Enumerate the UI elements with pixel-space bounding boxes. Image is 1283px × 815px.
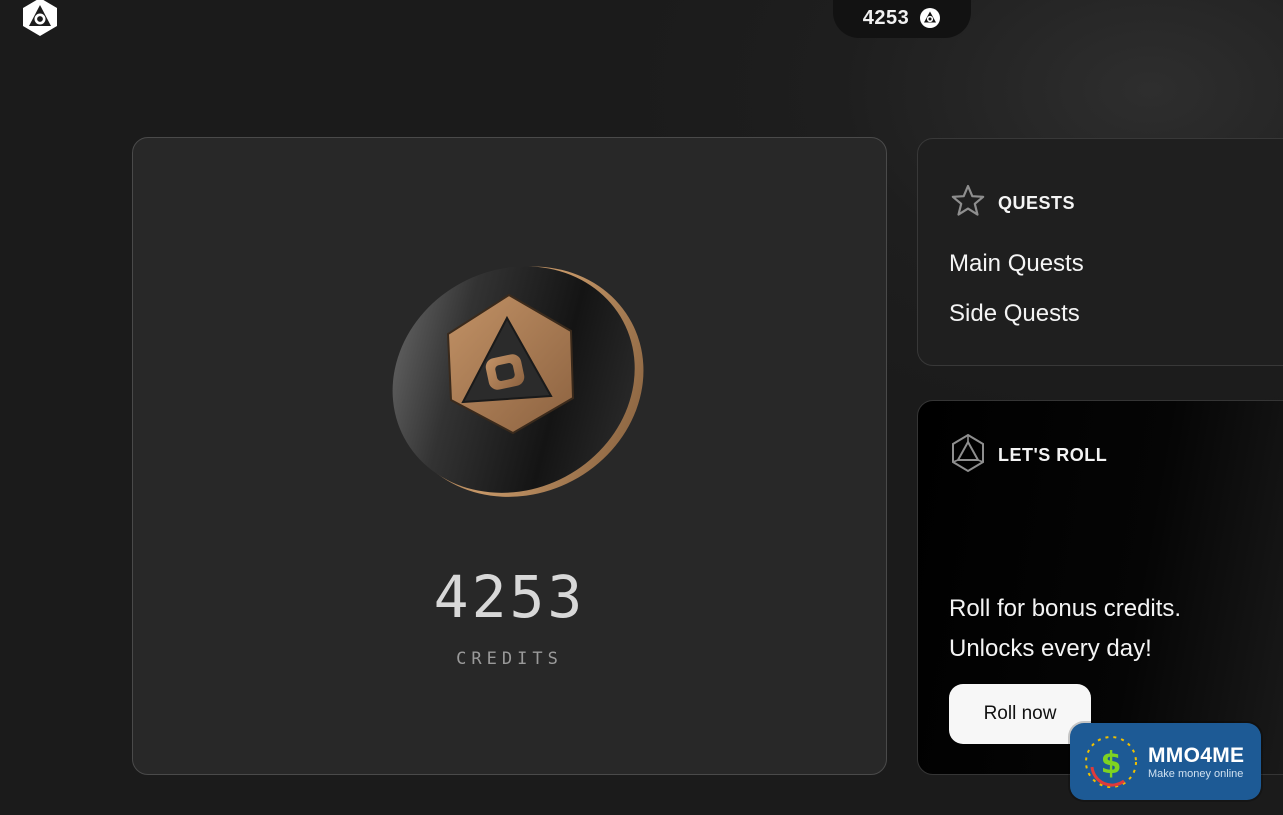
credits-pill-value: 4253 bbox=[862, 6, 910, 29]
app-logo-icon[interactable] bbox=[20, 0, 60, 38]
watermark-title: MMO4ME bbox=[1148, 743, 1245, 767]
main-quests-link[interactable]: Main Quests bbox=[949, 250, 1084, 278]
roll-line-1: Roll for bonus credits. bbox=[949, 595, 1182, 622]
quests-header: QUESTS bbox=[950, 183, 1075, 224]
credits-pill[interactable]: 4253 bbox=[833, 0, 971, 38]
quests-card: QUESTS Main Quests Side Quests bbox=[917, 138, 1283, 366]
lets-roll-title: LET'S ROLL bbox=[998, 445, 1108, 465]
star-icon bbox=[950, 183, 986, 224]
quests-title: QUESTS bbox=[998, 193, 1076, 213]
lets-roll-header: LET'S ROLL bbox=[950, 433, 1107, 478]
coin-illustration-icon bbox=[383, 248, 648, 513]
credits-card: 4253 CREDITS bbox=[132, 137, 887, 775]
credits-label: CREDITS bbox=[456, 649, 563, 669]
watermark-subtitle: Make money online bbox=[1148, 767, 1244, 780]
roll-description: Roll for bonus credits. Unlocks every da… bbox=[949, 589, 1283, 669]
mmo4me-watermark: $ MMO4ME Make money online bbox=[1070, 723, 1261, 800]
roll-line-2: Unlocks every day! bbox=[949, 635, 1152, 662]
side-quests-link[interactable]: Side Quests bbox=[949, 300, 1080, 328]
d20-dice-icon bbox=[950, 433, 986, 478]
svg-text:$: $ bbox=[1101, 746, 1122, 781]
dollar-globe-icon: $ bbox=[1080, 731, 1142, 793]
credits-value: 4253 bbox=[433, 563, 586, 631]
coin-icon bbox=[919, 7, 941, 29]
lets-roll-card: LET'S ROLL Roll for bonus credits. Unloc… bbox=[917, 400, 1283, 775]
